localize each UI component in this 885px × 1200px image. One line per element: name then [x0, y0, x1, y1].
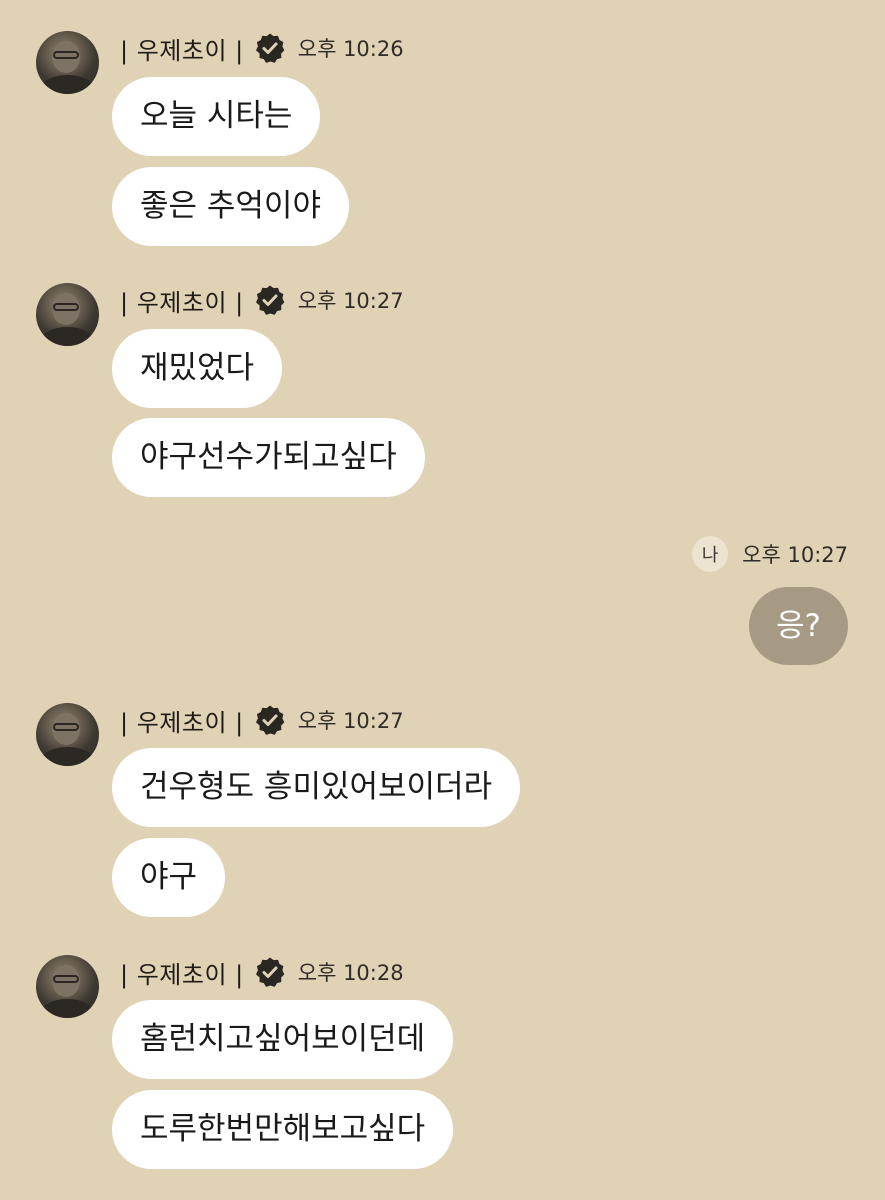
avatar[interactable]	[36, 955, 99, 1018]
message-time: 오후 10:27	[742, 543, 848, 567]
message-time: 오후 10:28	[297, 961, 404, 985]
sender-name[interactable]: | 우제초이 |	[120, 283, 244, 318]
avatar-shirt	[40, 327, 95, 346]
avatar-shirt	[40, 747, 95, 766]
avatar-glasses	[53, 51, 79, 59]
verified-badge-icon	[255, 33, 285, 63]
verified-badge-icon	[255, 705, 285, 735]
my-message-header: 나 오후 10:27	[692, 536, 848, 572]
verified-badge-icon	[255, 285, 285, 315]
avatar-glasses	[53, 975, 79, 983]
avatar[interactable]	[36, 283, 99, 346]
message-bubble[interactable]: 좋은 추억이야	[112, 167, 349, 246]
message-header: | 우제초이 | 오후 10:27	[120, 703, 404, 737]
me-badge: 나	[692, 536, 729, 572]
sender-name[interactable]: | 우제초이 |	[120, 703, 244, 738]
verified-badge-icon	[255, 957, 285, 987]
message-bubble[interactable]: 오늘 시타는	[112, 77, 321, 156]
avatar-glasses	[53, 723, 79, 731]
avatar-shirt	[40, 999, 95, 1018]
avatar[interactable]	[36, 703, 99, 766]
message-bubble[interactable]: 홈런치고싶어보이던데	[112, 1000, 454, 1079]
sender-name[interactable]: | 우제초이 |	[120, 31, 244, 66]
avatar[interactable]	[36, 31, 99, 94]
message-header: | 우제초이 | 오후 10:28	[120, 955, 404, 989]
my-message-bubble[interactable]: 응?	[749, 587, 848, 665]
avatar-shirt	[40, 75, 95, 94]
message-bubble[interactable]: 재밌었다	[112, 329, 283, 408]
message-bubble[interactable]: 야구	[112, 838, 226, 917]
message-bubble[interactable]: 도루한번만해보고싶다	[112, 1090, 454, 1169]
message-bubble[interactable]: 야구선수가되고싶다	[112, 418, 425, 497]
sender-name[interactable]: | 우제초이 |	[120, 955, 244, 990]
message-bubble[interactable]: 건우형도 흥미있어보이더라	[112, 748, 521, 827]
message-header: | 우제초이 | 오후 10:27	[120, 283, 404, 317]
message-time: 오후 10:27	[297, 289, 404, 313]
message-header: | 우제초이 | 오후 10:26	[120, 31, 404, 65]
avatar-glasses	[53, 303, 79, 311]
message-time: 오후 10:27	[297, 709, 404, 733]
message-time: 오후 10:26	[297, 37, 404, 61]
